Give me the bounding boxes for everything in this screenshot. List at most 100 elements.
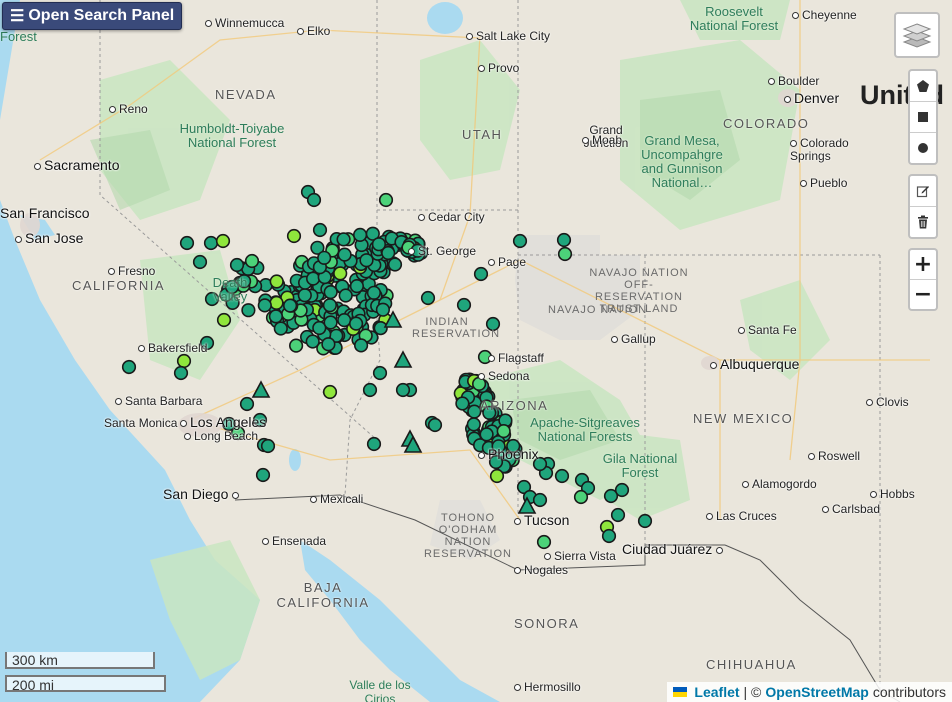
- observation-marker[interactable]: [269, 295, 284, 311]
- observation-marker[interactable]: [359, 253, 374, 268]
- observation-marker[interactable]: [610, 507, 626, 523]
- observation-marker[interactable]: [467, 404, 482, 419]
- observation-marker[interactable]: [269, 274, 284, 289]
- observation-marker[interactable]: [323, 315, 338, 330]
- observation-marker[interactable]: [536, 534, 552, 550]
- observation-marker[interactable]: [121, 359, 137, 375]
- observation-marker[interactable]: [321, 337, 336, 352]
- observation-marker[interactable]: [255, 467, 271, 483]
- observation-marker[interactable]: [336, 232, 351, 247]
- observation-marker[interactable]: [306, 271, 321, 286]
- city-label: Denver: [784, 91, 839, 105]
- observation-marker[interactable]: [354, 338, 369, 353]
- observation-marker-triangle[interactable]: [251, 380, 271, 398]
- observation-marker[interactable]: [239, 396, 255, 412]
- observation-marker[interactable]: [455, 396, 470, 411]
- observation-marker[interactable]: [479, 427, 494, 442]
- label-death-valley: Death Valley: [212, 275, 248, 304]
- observation-marker[interactable]: [371, 237, 387, 252]
- observation-marker[interactable]: [241, 303, 256, 318]
- observation-marker[interactable]: [312, 222, 328, 238]
- observation-marker[interactable]: [456, 297, 472, 313]
- observation-marker[interactable]: [286, 228, 302, 244]
- city-label: Albuquerque: [710, 357, 799, 371]
- city-label: Boulder: [768, 75, 819, 87]
- observation-marker[interactable]: [317, 250, 332, 265]
- label-chihuahua: CHIHUAHUA: [706, 657, 797, 672]
- observation-marker[interactable]: [496, 424, 511, 439]
- osm-link[interactable]: OpenStreetMap: [765, 684, 868, 700]
- attribution: Leaflet | © OpenStreetMap contributors: [667, 682, 952, 702]
- draw-circle-button[interactable]: [910, 133, 936, 163]
- observation-marker[interactable]: [372, 365, 388, 381]
- city-label: Gallup: [611, 333, 656, 345]
- observation-marker[interactable]: [179, 235, 195, 251]
- draw-polygon-button[interactable]: [910, 71, 936, 102]
- observation-marker[interactable]: [297, 288, 312, 303]
- city-label: Hobbs: [870, 488, 915, 500]
- observation-marker[interactable]: [375, 302, 391, 317]
- observation-marker[interactable]: [427, 417, 443, 433]
- observation-marker[interactable]: [322, 298, 338, 313]
- observation-marker[interactable]: [283, 298, 298, 313]
- observation-marker[interactable]: [323, 285, 338, 300]
- observation-marker[interactable]: [532, 492, 548, 508]
- observation-marker[interactable]: [349, 316, 364, 331]
- observation-marker[interactable]: [268, 309, 284, 324]
- observation-marker[interactable]: [556, 232, 572, 248]
- observation-marker[interactable]: [395, 382, 411, 398]
- open-search-panel-button[interactable]: ☰ Open Search Panel: [2, 2, 183, 30]
- observation-marker[interactable]: [554, 468, 570, 484]
- open-search-panel-label: Open Search Panel: [28, 7, 175, 24]
- observation-marker[interactable]: [176, 353, 192, 369]
- observation-marker[interactable]: [337, 313, 352, 328]
- observation-marker[interactable]: [192, 254, 208, 270]
- delete-layers-button[interactable]: [910, 207, 936, 237]
- scale-km: 300 km: [5, 652, 155, 669]
- observation-marker[interactable]: [601, 528, 617, 544]
- observation-marker[interactable]: [366, 285, 382, 300]
- observation-marker[interactable]: [637, 513, 653, 529]
- observation-marker[interactable]: [349, 279, 365, 294]
- observation-marker[interactable]: [173, 365, 189, 381]
- city-label: Elko: [297, 25, 330, 37]
- observation-marker[interactable]: [260, 438, 276, 454]
- observation-marker-triangle[interactable]: [393, 350, 413, 368]
- observation-marker[interactable]: [203, 235, 219, 251]
- observation-marker[interactable]: [229, 257, 245, 273]
- observation-marker[interactable]: [257, 298, 272, 313]
- draw-rectangle-button[interactable]: [910, 102, 936, 133]
- observation-marker[interactable]: [489, 468, 505, 484]
- observation-marker[interactable]: [289, 338, 304, 353]
- observation-marker[interactable]: [305, 334, 320, 349]
- label-gila: Gila National Forest: [602, 451, 678, 480]
- observation-marker[interactable]: [338, 288, 353, 303]
- observation-marker[interactable]: [333, 266, 348, 281]
- edit-layers-button[interactable]: [910, 176, 936, 207]
- observation-marker[interactable]: [322, 384, 338, 400]
- observation-marker[interactable]: [473, 266, 489, 282]
- observation-marker[interactable]: [557, 246, 573, 262]
- layers-control[interactable]: [894, 12, 940, 58]
- city-label: Cedar City: [418, 211, 485, 223]
- observation-marker[interactable]: [466, 417, 481, 432]
- observation-marker[interactable]: [337, 247, 352, 262]
- observation-marker[interactable]: [353, 227, 368, 242]
- zoom-in-button[interactable]: +: [910, 250, 936, 280]
- observation-marker[interactable]: [244, 253, 260, 269]
- leaflet-link[interactable]: Leaflet: [694, 684, 739, 700]
- observation-marker[interactable]: [306, 192, 322, 208]
- observation-marker[interactable]: [512, 233, 528, 249]
- observation-marker[interactable]: [366, 436, 382, 452]
- zoom-out-button[interactable]: −: [910, 280, 936, 309]
- observation-marker[interactable]: [273, 321, 288, 336]
- observation-marker[interactable]: [216, 312, 232, 328]
- observation-marker[interactable]: [387, 257, 403, 272]
- observation-marker[interactable]: [362, 382, 378, 398]
- observation-marker[interactable]: [573, 489, 589, 505]
- map-container[interactable]: NEVADA UTAH COLORADO CALIFORNIA ARIZONA …: [0, 0, 952, 702]
- observation-marker[interactable]: [614, 482, 630, 498]
- observation-marker[interactable]: [420, 290, 436, 306]
- observation-marker[interactable]: [215, 233, 231, 249]
- observation-marker[interactable]: [378, 192, 394, 208]
